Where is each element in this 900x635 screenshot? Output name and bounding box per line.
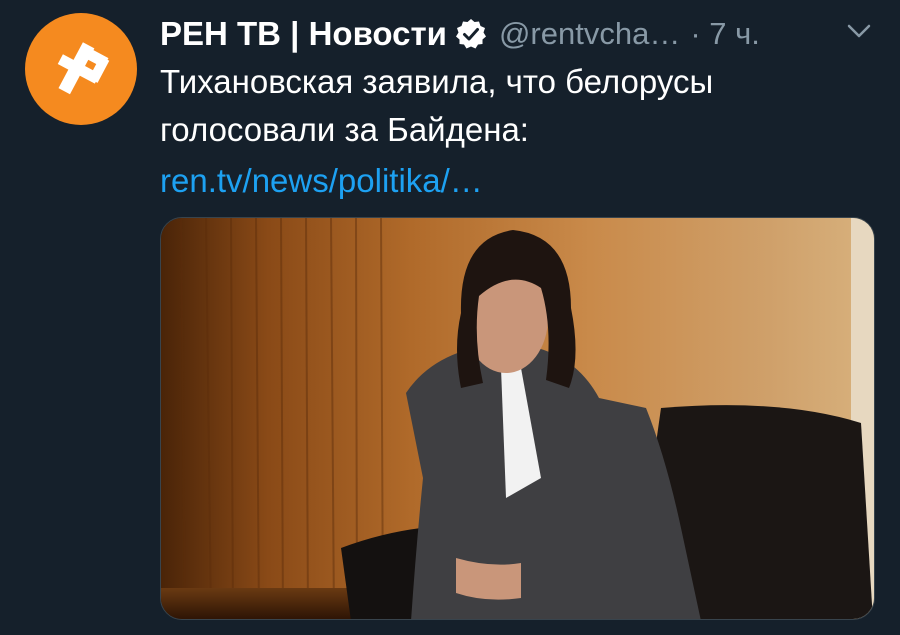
avatar[interactable] bbox=[25, 13, 137, 125]
user-handle[interactable]: @rentvcha… bbox=[499, 16, 680, 52]
tweet-photo[interactable] bbox=[160, 217, 875, 620]
tweet-text: Тихановская заявила, что белорусы голосо… bbox=[160, 63, 714, 148]
timestamp[interactable]: · 7 ч. bbox=[690, 16, 760, 52]
tweet-link[interactable]: ren.tv/news/politika/… bbox=[160, 157, 483, 205]
verified-badge-icon bbox=[455, 19, 486, 49]
tweet-header: РЕН ТВ | Новости @rentvcha… · 7 ч. bbox=[160, 12, 760, 56]
ren-tv-logo bbox=[57, 42, 110, 95]
display-name[interactable]: РЕН ТВ | Новости bbox=[160, 15, 447, 53]
chevron-down-icon[interactable] bbox=[846, 22, 872, 40]
